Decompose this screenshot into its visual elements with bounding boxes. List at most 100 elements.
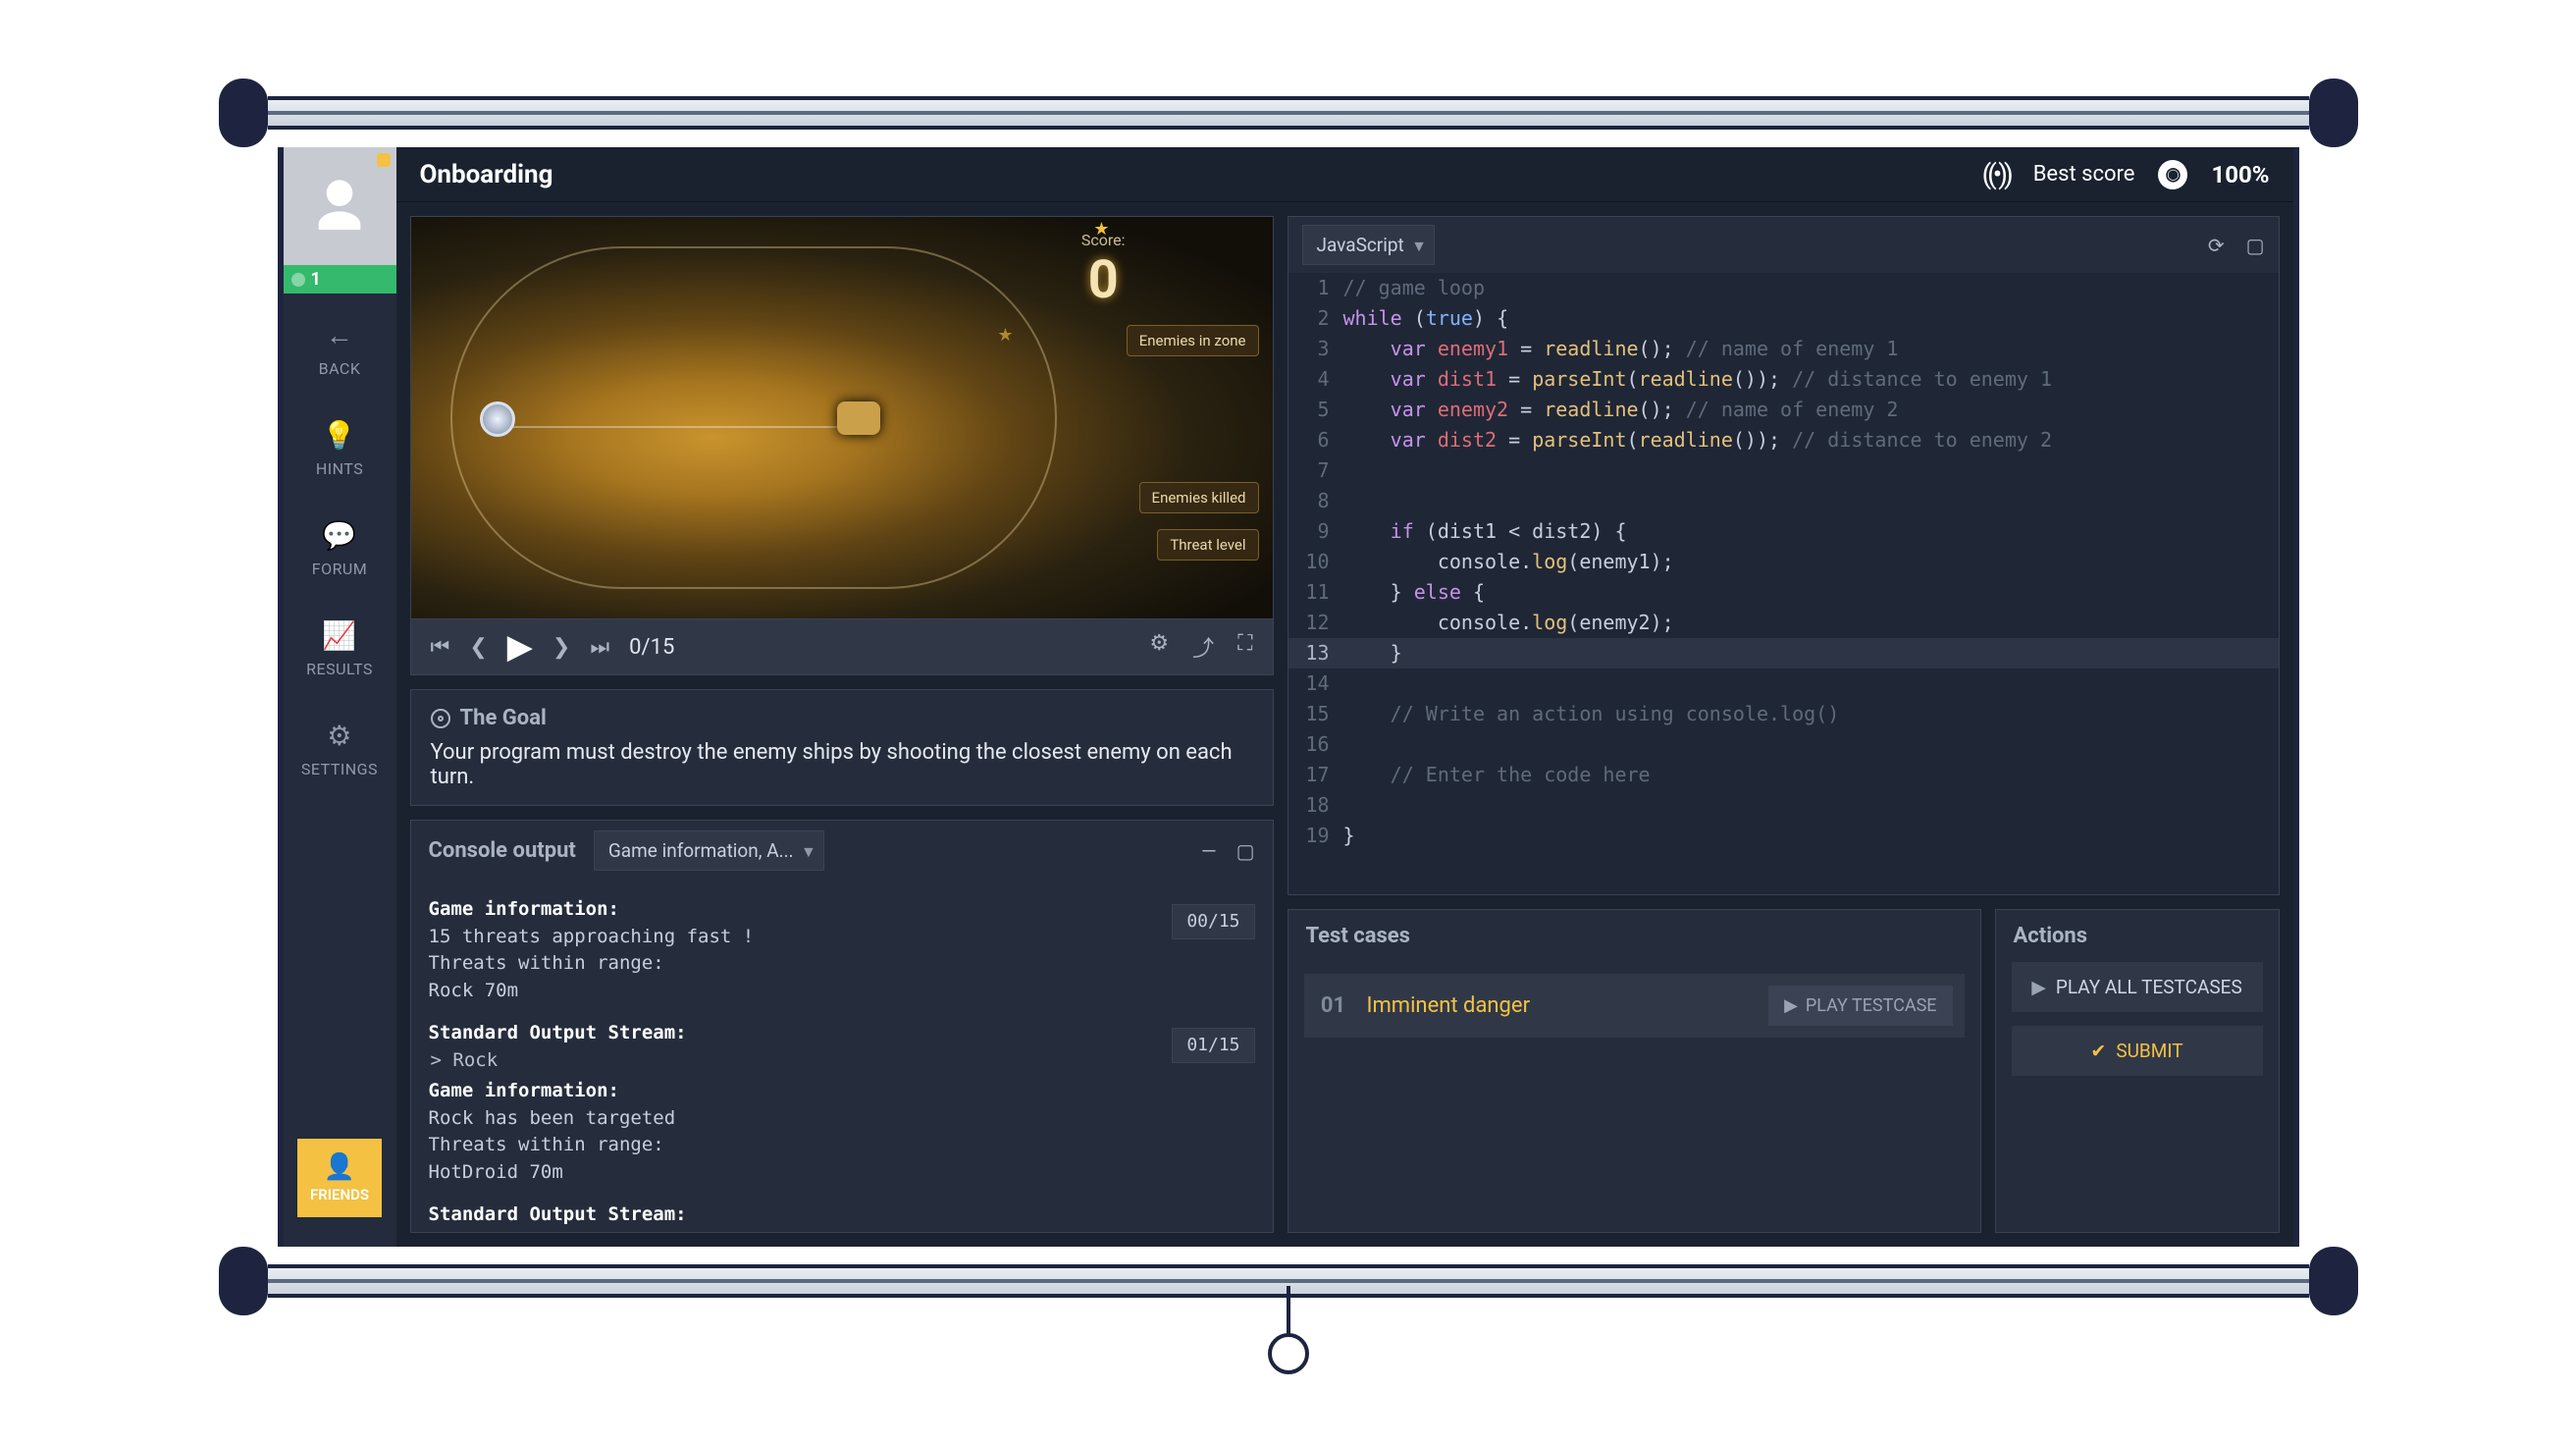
- maximize-icon[interactable]: ▢: [1236, 839, 1255, 863]
- game-viewport[interactable]: ★ ★ Score: 0 Enemies in zone Enemies kil…: [411, 217, 1273, 619]
- line-number: 9: [1288, 516, 1343, 547]
- topbar: Onboarding ((•)) Best score ◉ 100%: [396, 147, 2293, 202]
- arrow-left-icon: ←: [284, 319, 396, 351]
- expand-icon[interactable]: ▢: [2246, 234, 2265, 257]
- nav-settings[interactable]: ⚙ SETTINGS: [284, 694, 396, 794]
- code-line[interactable]: 7: [1288, 455, 2279, 486]
- console-title: Console output: [429, 838, 576, 863]
- console-block-header: Game information:: [429, 896, 1255, 924]
- play-button[interactable]: ▶: [507, 627, 533, 667]
- visualizer: ★ ★ Score: 0 Enemies in zone Enemies kil…: [410, 216, 1274, 675]
- console-output[interactable]: 00/15Game information:15 threats approac…: [411, 881, 1273, 1232]
- avatar[interactable]: [284, 147, 396, 265]
- line-number: 17: [1288, 760, 1343, 790]
- play-testcase-button[interactable]: ▶ PLAY TESTCASE: [1768, 986, 1952, 1026]
- code-line[interactable]: 4 var dist1 = parseInt(readline()); // d…: [1288, 364, 2279, 395]
- line-number: 18: [1288, 790, 1343, 821]
- hud-score: Score: 0: [1081, 231, 1126, 311]
- code-text: // Write an action using console.log(): [1343, 699, 2279, 729]
- aim-line: [504, 426, 867, 428]
- nav-forum[interactable]: 💬 FORUM: [284, 494, 396, 594]
- refresh-icon[interactable]: ⟳: [2208, 234, 2225, 257]
- console-line: 15 threats approaching fast !: [429, 924, 1255, 951]
- step-back-button[interactable]: ❮: [469, 635, 487, 660]
- console-turn: Standard Output Stream:> HotDroid: [429, 1202, 1255, 1232]
- actions-panel: Actions ▶ PLAY ALL TESTCASES ✔ SUBMIT: [1995, 909, 2280, 1233]
- code-line[interactable]: 16: [1288, 729, 2279, 760]
- friends-label: FRIENDS: [310, 1186, 369, 1203]
- turn-badge: 01/15: [1172, 1028, 1254, 1063]
- console-filter-select[interactable]: Game information, A...: [594, 830, 824, 871]
- code-line[interactable]: 8: [1288, 486, 2279, 516]
- code-text: var dist2 = parseInt(readline()); // dis…: [1343, 425, 2279, 455]
- step-forward-button[interactable]: ❯: [552, 635, 570, 660]
- best-score-label: Best score: [2033, 162, 2135, 187]
- console-line: HotDroid 70m: [429, 1159, 1255, 1187]
- nav-back[interactable]: ← BACK: [284, 294, 396, 394]
- code-line[interactable]: 10 console.log(enemy1);: [1288, 547, 2279, 577]
- page-title: Onboarding: [420, 160, 553, 189]
- line-number: 15: [1288, 699, 1343, 729]
- rewind-button[interactable]: ⏮: [431, 635, 450, 660]
- code-line[interactable]: 18: [1288, 790, 2279, 821]
- code-text: [1343, 729, 2279, 760]
- submit-button[interactable]: ✔ SUBMIT: [2012, 1026, 2263, 1076]
- console-turn: 01/15Standard Output Stream:> RockGame i…: [429, 1020, 1255, 1186]
- code-line[interactable]: 2while (true) {: [1288, 303, 2279, 334]
- arena-outline: [450, 246, 1057, 589]
- gear-icon: ⚙: [284, 720, 396, 752]
- check-icon: ✔: [2090, 1040, 2106, 1062]
- play-all-button[interactable]: ▶ PLAY ALL TESTCASES: [2012, 962, 2263, 1012]
- nav-results[interactable]: 📈 RESULTS: [284, 594, 396, 694]
- code-line[interactable]: 9 if (dist1 < dist2) {: [1288, 516, 2279, 547]
- friends-button[interactable]: 👤 FRIENDS: [297, 1139, 382, 1217]
- frame-cap: [2309, 79, 2358, 147]
- code-line[interactable]: 19}: [1288, 821, 2279, 851]
- fast-forward-button[interactable]: ⏭: [590, 635, 609, 660]
- console-line: > Rock: [431, 1047, 1255, 1075]
- friends-icon: 👤: [324, 1152, 355, 1182]
- code-line[interactable]: 17 // Enter the code here: [1288, 760, 2279, 790]
- goal-title: The Goal: [460, 706, 547, 730]
- line-number: 13: [1288, 638, 1343, 668]
- console-panel: Console output Game information, A... — …: [410, 820, 1274, 1233]
- level-value: 1: [311, 269, 321, 290]
- console-line: Rock has been targeted: [429, 1105, 1255, 1133]
- testcase-name: Imminent danger: [1367, 993, 1754, 1018]
- nav-hints[interactable]: 💡 HINTS: [284, 394, 396, 494]
- settings-icon[interactable]: ⚙: [1149, 631, 1169, 663]
- user-icon: [308, 175, 371, 238]
- broadcast-icon[interactable]: ((•)): [1982, 158, 2010, 190]
- language-select[interactable]: JavaScript: [1302, 225, 1435, 265]
- code-text: } else {: [1343, 577, 2279, 608]
- pull-string: [1287, 1286, 1290, 1335]
- console-block-header: Game information:: [429, 1078, 1255, 1105]
- code-text: var enemy1 = readline(); // name of enem…: [1343, 334, 2279, 364]
- code-text: }: [1343, 638, 2279, 668]
- code-line[interactable]: 15 // Write an action using console.log(…: [1288, 699, 2279, 729]
- share-icon[interactable]: ⤴: [1192, 631, 1214, 663]
- pull-ring[interactable]: [1268, 1333, 1309, 1374]
- code-line[interactable]: 5 var enemy2 = readline(); // name of en…: [1288, 395, 2279, 425]
- fullscreen-icon[interactable]: ⛶: [1237, 631, 1252, 663]
- actions-title: Actions: [1996, 910, 2279, 962]
- hud-chip-threat: Threat level: [1157, 529, 1258, 561]
- code-line[interactable]: 1// game loop: [1288, 273, 2279, 303]
- notification-badge-icon: [377, 153, 391, 167]
- code-editor: JavaScript ⟳ ▢ 1// game loop2while (true…: [1288, 216, 2280, 895]
- nav-label: FORUM: [312, 560, 368, 578]
- code-area[interactable]: 1// game loop2while (true) {3 var enemy1…: [1288, 273, 2279, 894]
- code-line[interactable]: 6 var dist2 = parseInt(readline()); // d…: [1288, 425, 2279, 455]
- console-turn: 00/15Game information:15 threats approac…: [429, 896, 1255, 1004]
- code-text: if (dist1 < dist2) {: [1343, 516, 2279, 547]
- code-line[interactable]: 14: [1288, 668, 2279, 699]
- visualizer-controls: ⏮ ❮ ▶ ❯ ⏭ 0/15 ⚙ ⤴ ⛶: [411, 619, 1273, 674]
- code-line[interactable]: 11 } else {: [1288, 577, 2279, 608]
- line-number: 5: [1288, 395, 1343, 425]
- code-line[interactable]: 12 console.log(enemy2);: [1288, 608, 2279, 638]
- code-line[interactable]: 13 }: [1288, 638, 2279, 668]
- line-number: 3: [1288, 334, 1343, 364]
- line-number: 10: [1288, 547, 1343, 577]
- code-line[interactable]: 3 var enemy1 = readline(); // name of en…: [1288, 334, 2279, 364]
- minimize-icon[interactable]: —: [1201, 839, 1217, 863]
